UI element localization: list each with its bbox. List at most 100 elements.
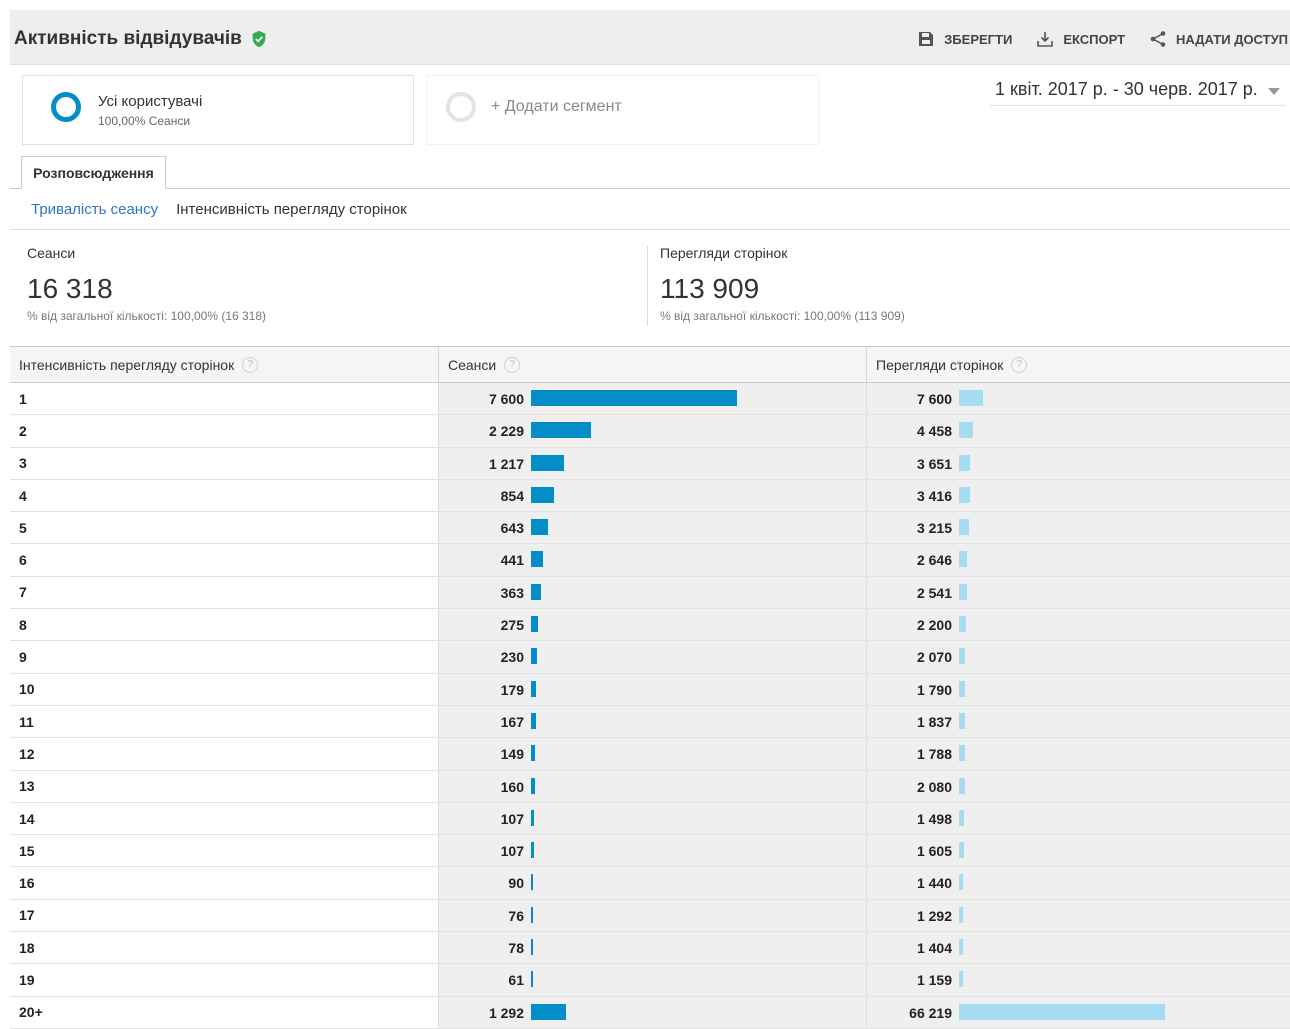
sessions-cell: 1 292 [439,996,867,1028]
save-label: ЗБЕРЕГТИ [944,31,1013,47]
pageviews-value: 1 605 [916,843,952,860]
sessions-bar [531,745,535,762]
sessions-cell: 275 [439,609,867,641]
sessions-value: 1 292 [488,1004,524,1021]
save-icon [919,32,934,46]
depth-cell: 15 [10,835,439,867]
sessions-header-label: Сеанси [448,356,497,373]
sessions-value: 230 [500,649,524,666]
table-row: 7 363 2 541 [10,576,1290,610]
pageviews-cell: 2 070 [867,641,1290,673]
sessions-cell: 1 217 [439,447,867,479]
pageviews-cell: 1 837 [867,705,1290,738]
pageviews-value: 3 416 [916,487,952,504]
add-segment-card[interactable]: + Додати сегмент [427,75,819,145]
pageviews-value: 3 215 [916,520,952,537]
pageviews-metric-label: Перегляди сторінок [660,245,788,261]
table-row: 17 76 1 292 [10,899,1290,933]
pageviews-cell: 7 600 [867,383,1290,415]
pageviews-bar [959,616,966,633]
sessions-cell: 107 [439,802,867,835]
pageviews-cell: 1 788 [867,738,1290,770]
tab-distribution[interactable]: Розповсюдження [21,156,166,189]
sessions-cell: 441 [439,544,867,576]
export-icon [1037,32,1054,47]
pageviews-bar [959,551,967,568]
sessions-value: 363 [500,584,524,601]
share-button[interactable]: НАДАТИ ДОСТУП [1149,30,1288,48]
pageviews-cell: 1 605 [867,835,1290,867]
pageviews-value: 2 070 [916,649,952,666]
sessions-cell: 160 [439,770,867,802]
pageviews-bar [959,874,963,891]
chevron-down-icon [1268,88,1280,95]
sessions-cell: 230 [439,641,867,673]
session-duration-link[interactable]: Тривалість сеансу [31,201,158,218]
sessions-bar [531,454,564,471]
sessions-bar [531,1003,566,1020]
help-icon[interactable]: ? [242,356,259,373]
help-icon[interactable]: ? [504,356,521,373]
pageviews-cell: 2 200 [867,609,1290,641]
depth-cell: 17 [10,899,439,932]
date-range-picker[interactable]: 1 квіт. 2017 р. - 30 черв. 2017 р. [990,79,1286,106]
sessions-column-header[interactable]: Сеанси ? [439,347,867,382]
table-row: 12 149 1 788 [10,738,1290,771]
pageviews-bar [959,777,965,794]
export-label: ЕКСПОРТ [1063,31,1126,47]
depth-cell: 3 [10,447,439,479]
sessions-bar [531,519,548,536]
report-title: Активність відвідувачів [14,28,242,49]
pageviews-column-header[interactable]: Перегляди сторінок ? [867,347,1290,382]
pageviews-bar [959,712,965,729]
save-button[interactable]: ЗБЕРЕГТИ [917,30,1012,48]
sessions-bar [531,874,533,891]
pageviews-cell: 1 292 [867,899,1290,932]
add-segment-link[interactable]: + Додати сегмент [491,98,622,116]
sessions-value: 1 217 [488,455,524,472]
pageviews-value: 2 080 [916,778,952,795]
pageviews-value: 66 219 [909,1004,952,1021]
pageviews-bar [959,486,970,503]
depth-cell: 5 [10,512,439,544]
pageviews-bar [959,842,964,859]
sessions-cell: 149 [439,738,867,770]
pageviews-cell: 1 498 [867,802,1290,835]
sessions-bar [531,486,554,503]
sessions-value: 275 [500,617,524,634]
pageviews-value: 2 646 [916,552,952,569]
sessions-value: 149 [500,746,524,763]
table-row: 14 107 1 498 [10,802,1290,836]
sessions-value: 167 [500,713,524,730]
sessions-value: 2 229 [488,423,524,440]
help-icon[interactable]: ? [1011,356,1028,373]
depth-cell: 9 [10,641,439,673]
segment-all-users[interactable]: Усі користувачі 100,00% Сеанси [22,75,414,145]
sub-navigation: Тривалість сеансу Інтенсивність перегляд… [31,201,407,218]
pageviews-value: 1 292 [916,907,952,924]
table-header-row: Інтенсивність перегляду сторінок ? Сеанс… [10,346,1290,383]
depth-cell: 7 [10,576,439,609]
pageviews-cell: 1 790 [867,673,1290,705]
table-row: 2 2 229 4 458 [10,415,1290,448]
pageviews-value: 1 837 [916,713,952,730]
segment-name: Усі користувачі [98,93,203,110]
sessions-value: 90 [508,875,524,892]
sessions-bar [531,777,535,794]
pageviews-value: 4 458 [916,423,952,440]
pageviews-value: 1 159 [916,972,952,989]
sessions-cell: 643 [439,512,867,544]
sessions-value: 160 [500,778,524,795]
table-row: 9 230 2 070 [10,641,1290,674]
pageviews-metric-percent: % від загальної кількості: 100,00% (113 … [660,309,905,323]
pageviews-value: 1 788 [916,746,952,763]
sessions-value: 61 [508,972,524,989]
export-button[interactable]: ЕКСПОРТ [1036,30,1125,48]
table-row: 4 854 3 416 [10,479,1290,513]
pageviews-value: 1 498 [916,810,952,827]
share-icon [1150,31,1166,47]
segment-ring-icon [51,92,81,122]
sessions-cell: 61 [439,964,867,996]
sessions-bar [531,906,533,923]
depth-column-header[interactable]: Інтенсивність перегляду сторінок ? [10,347,439,382]
